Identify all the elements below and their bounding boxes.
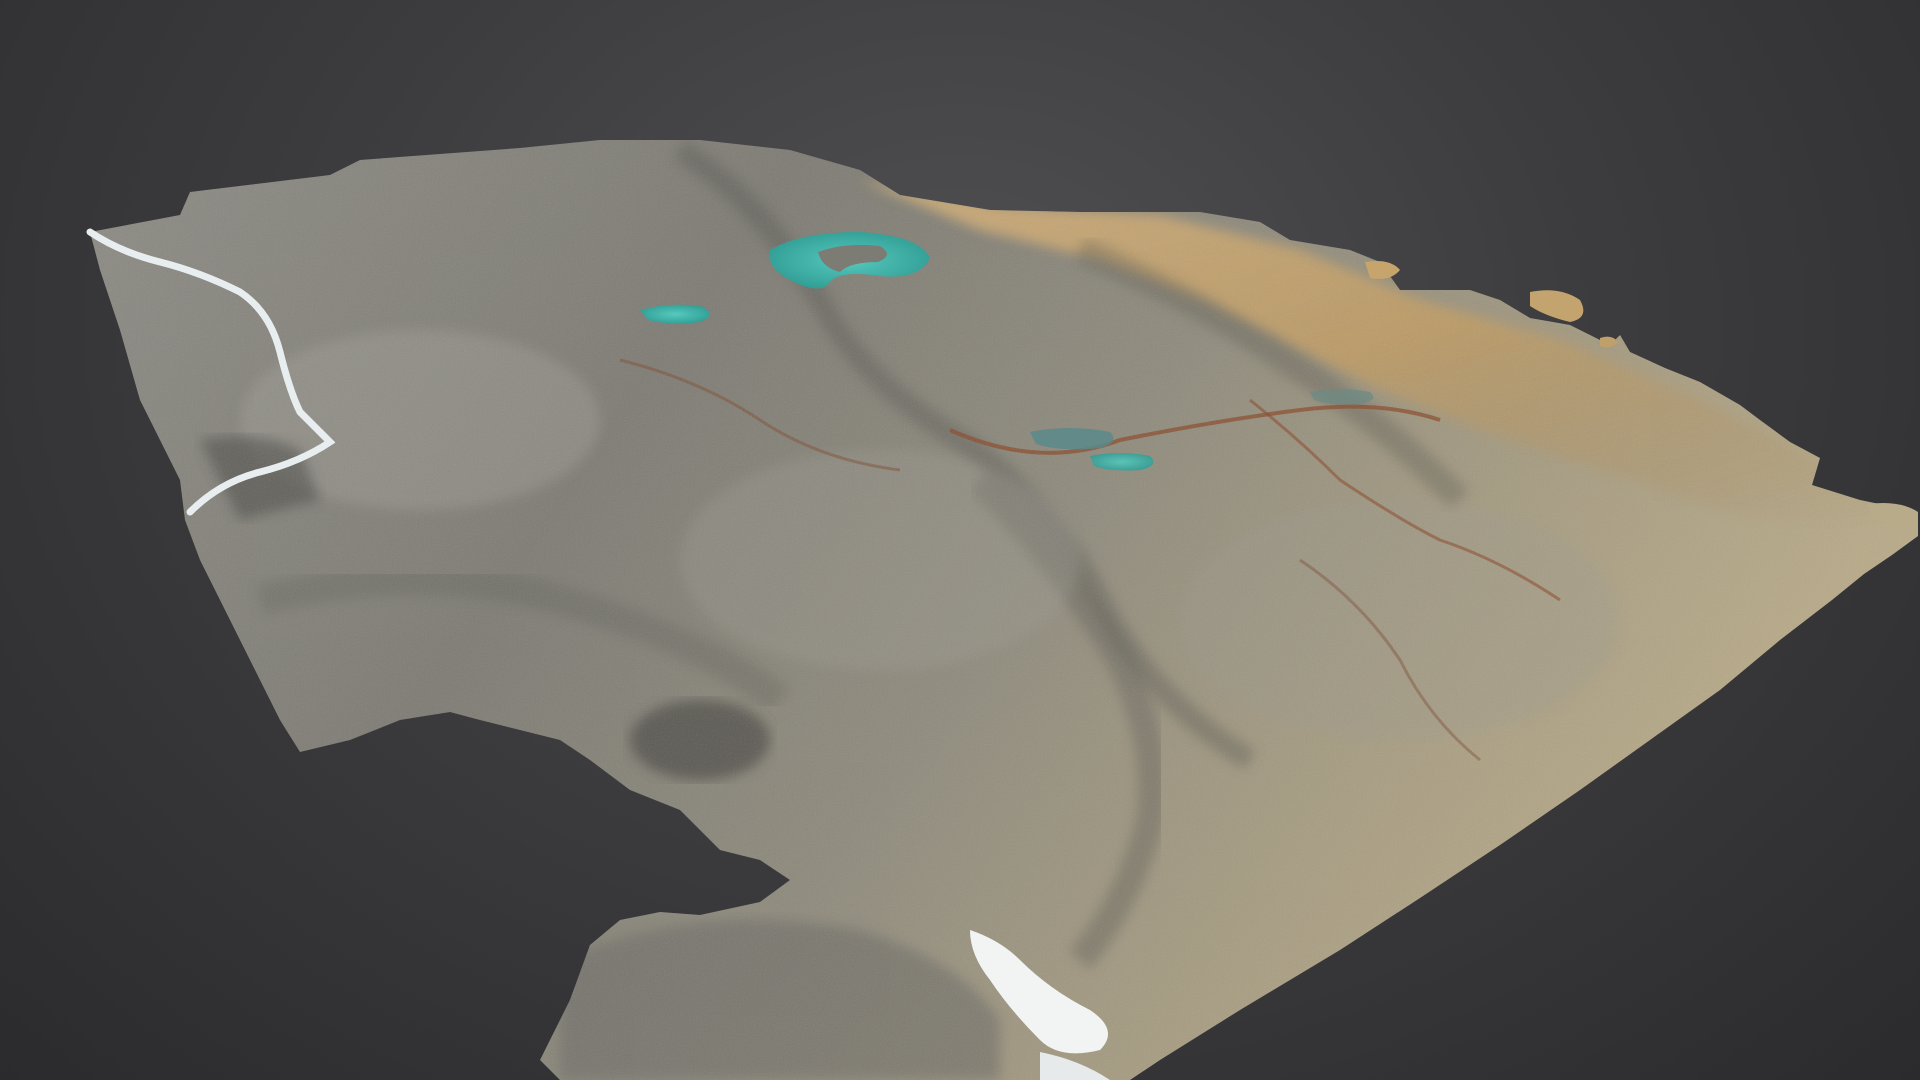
mesh-fragment	[1365, 261, 1400, 279]
terrain-texture	[90, 140, 1918, 1080]
terrain-mesh[interactable]	[0, 0, 1920, 1080]
mesh-fragment	[1530, 290, 1584, 322]
3d-model-viewport[interactable]	[0, 0, 1920, 1080]
terrain-model[interactable]	[0, 0, 1920, 1080]
